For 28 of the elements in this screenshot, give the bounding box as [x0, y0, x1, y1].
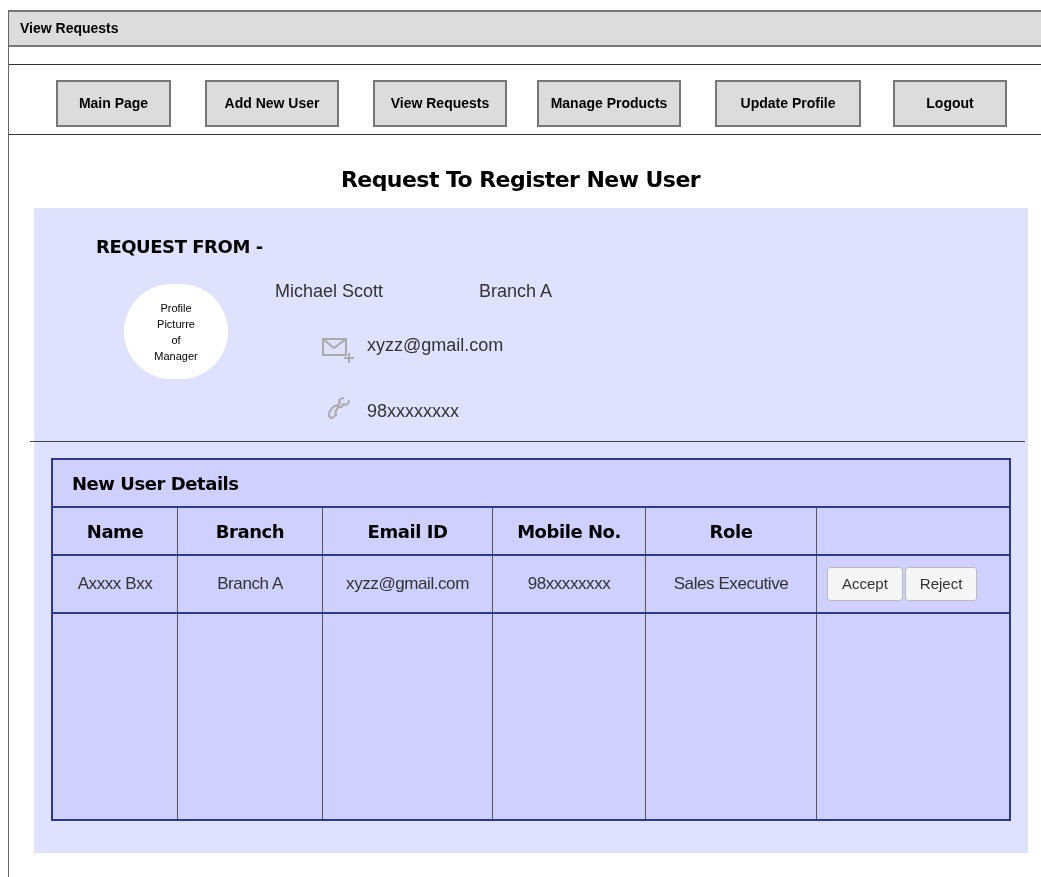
manager-email: xyzz@gmail.com [367, 334, 504, 357]
manager-branch: Branch A [479, 280, 553, 303]
column-header: Role [709, 519, 753, 544]
action-button[interactable]: Reject [904, 567, 978, 601]
nav-button[interactable]: View Requests [373, 80, 507, 127]
table-cell-text: Branch A [217, 573, 283, 596]
avatar-caption: Profile Picturre of Manager [153, 300, 199, 364]
column-header: Email ID [367, 519, 448, 544]
page-heading: Request To Register New User [340, 166, 701, 194]
nav-button[interactable]: Logout [893, 80, 1007, 127]
column-header: Name [86, 519, 144, 544]
nav-button[interactable]: Update Profile [715, 80, 861, 127]
column-header: Branch [215, 519, 285, 544]
manager-phone: 98xxxxxxxx [367, 400, 460, 423]
table-cell-text: xyzz@gmail.com [346, 573, 469, 596]
nav-button[interactable]: Add New User [205, 80, 339, 127]
action-button[interactable]: Accept [827, 567, 903, 601]
nav-button[interactable]: Main Page [56, 80, 171, 127]
table-cell-text: 98xxxxxxxx [527, 573, 611, 596]
table-cell-text: Sales Executive [673, 573, 789, 596]
column-header: Mobile No. [517, 519, 621, 544]
nav-button[interactable]: Manage Products [537, 80, 681, 127]
table-title: New User Details [72, 471, 239, 496]
section-label: REQUEST FROM - [96, 235, 263, 259]
manager-name: Michael Scott [275, 280, 384, 303]
table-cell-text: Axxxx Bxx [77, 573, 153, 596]
mail-icon [321, 336, 355, 364]
window-title: View Requests [20, 19, 119, 38]
